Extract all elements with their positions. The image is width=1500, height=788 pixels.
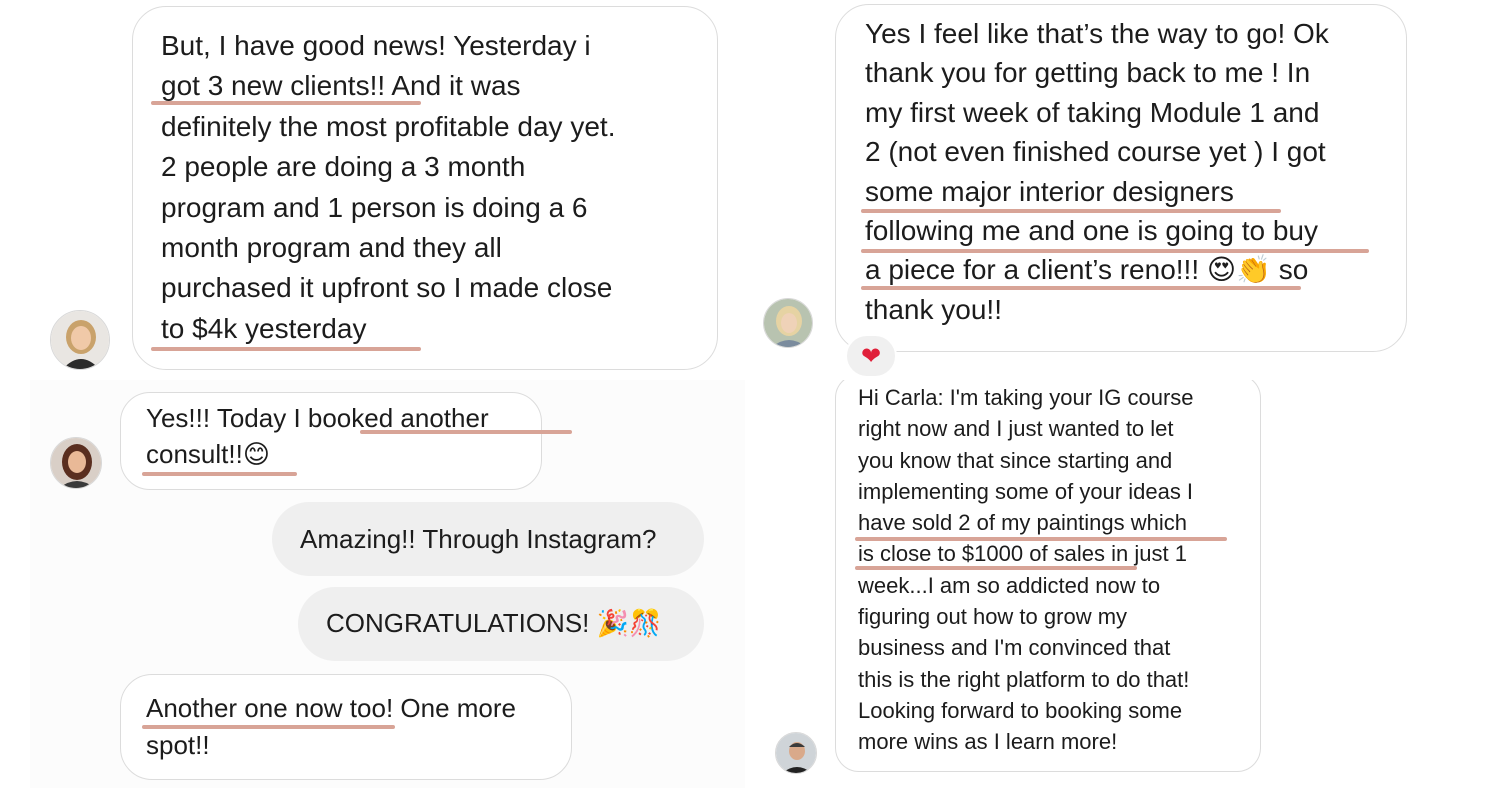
message-line: thank you!! xyxy=(865,293,1002,325)
highlight-underline xyxy=(151,101,421,105)
sent-message-text: Amazing!! Through Instagram? xyxy=(300,524,657,554)
sent-message-text: CONGRATULATIONS! 🎉🎊 xyxy=(326,606,661,641)
message-line: thank you for getting back to me ! In xyxy=(865,57,1311,89)
highlight-underline xyxy=(142,472,297,476)
message-line: more wins as I learn more! xyxy=(858,729,1118,755)
message-line: to $4k yesterday xyxy=(161,312,367,344)
message-line-text: a piece for a client’s reno!!! xyxy=(865,254,1200,286)
highlight-underline xyxy=(360,430,572,434)
panel-top-right: Yes I feel like that’s the way to go! Ok… xyxy=(755,0,1500,380)
highlight-underline xyxy=(861,249,1369,253)
message-line: 2 people are doing a 3 month xyxy=(161,151,526,183)
message-line: 2 (not even finished course yet ) I got xyxy=(865,136,1326,168)
panel-top-left: But, I have good news! Yesterday i got 3… xyxy=(0,0,745,380)
message-line: some major interior designers xyxy=(865,175,1234,207)
avatar-man-icon[interactable] xyxy=(775,732,817,774)
message-line: this is the right platform to do that! xyxy=(858,666,1190,692)
highlight-underline xyxy=(855,537,1227,541)
message-text: Yes!!! Today I booked another consult!!😊 xyxy=(146,400,489,473)
heart-reaction-icon[interactable]: ❤ xyxy=(845,334,897,378)
message-line: week...I am so addicted now to xyxy=(858,572,1161,598)
panel-bottom-left: Yes!!! Today I booked another consult!!😊… xyxy=(0,380,745,788)
message-text: But, I have good news! Yesterday i got 3… xyxy=(161,26,615,349)
clapping-hands-emoji-icon: 👏 xyxy=(1236,253,1271,287)
heart-eyes-emoji-icon: 😍 xyxy=(1206,253,1237,287)
message-line-text: consult!! xyxy=(146,439,243,469)
message-line: consult!!😊 xyxy=(146,436,489,473)
message-line: following me and one is going to buy xyxy=(865,215,1318,247)
message-line: right now and I just wanted to let xyxy=(858,416,1174,442)
highlight-underline xyxy=(151,347,421,351)
smiling-face-emoji-icon: 😊 xyxy=(242,440,270,470)
message-line: month program and they all xyxy=(161,232,502,264)
message-line: definitely the most profitable day yet. xyxy=(161,110,616,142)
message-line-text: so xyxy=(1278,254,1309,286)
message-line: purchased it upfront so I made close xyxy=(161,272,613,304)
highlight-underline xyxy=(861,286,1301,290)
message-line: have sold 2 of my paintings which xyxy=(858,510,1187,536)
message-line: you know that since starting and xyxy=(858,447,1173,473)
avatar-woman-light-hair-icon[interactable] xyxy=(763,298,813,348)
party-emoji-icon: 🎉🎊 xyxy=(596,609,662,639)
avatar-woman-dark-hair-icon[interactable] xyxy=(50,437,102,489)
message-line: figuring out how to grow my xyxy=(858,604,1128,630)
avatar-woman-blonde-icon[interactable] xyxy=(50,310,110,370)
message-line: spot!! xyxy=(146,730,210,760)
message-text: Yes I feel like that’s the way to go! Ok… xyxy=(865,14,1329,329)
highlight-underline xyxy=(861,209,1281,213)
highlight-underline xyxy=(142,725,395,729)
highlight-underline xyxy=(855,566,1137,570)
message-line: program and 1 person is doing a 6 xyxy=(161,191,588,223)
message-line: But, I have good news! Yesterday i xyxy=(161,30,591,61)
message-line: my first week of taking Module 1 and xyxy=(865,96,1320,128)
message-line: Looking forward to booking some xyxy=(858,697,1183,723)
panel-bottom-right: Hi Carla: I'm taking your IG course righ… xyxy=(755,380,1500,788)
sent-message-line: CONGRATULATIONS! xyxy=(326,608,590,638)
message-line: implementing some of your ideas I xyxy=(858,478,1194,504)
message-line: Yes I feel like that’s the way to go! Ok xyxy=(865,18,1329,49)
message-line: Hi Carla: I'm taking your IG course xyxy=(858,385,1194,410)
message-line: a piece for a client’s reno!!! 😍👏 so xyxy=(865,250,1329,289)
message-line: business and I'm convinced that xyxy=(858,635,1171,661)
message-line: Another one now too! One more xyxy=(146,693,517,723)
